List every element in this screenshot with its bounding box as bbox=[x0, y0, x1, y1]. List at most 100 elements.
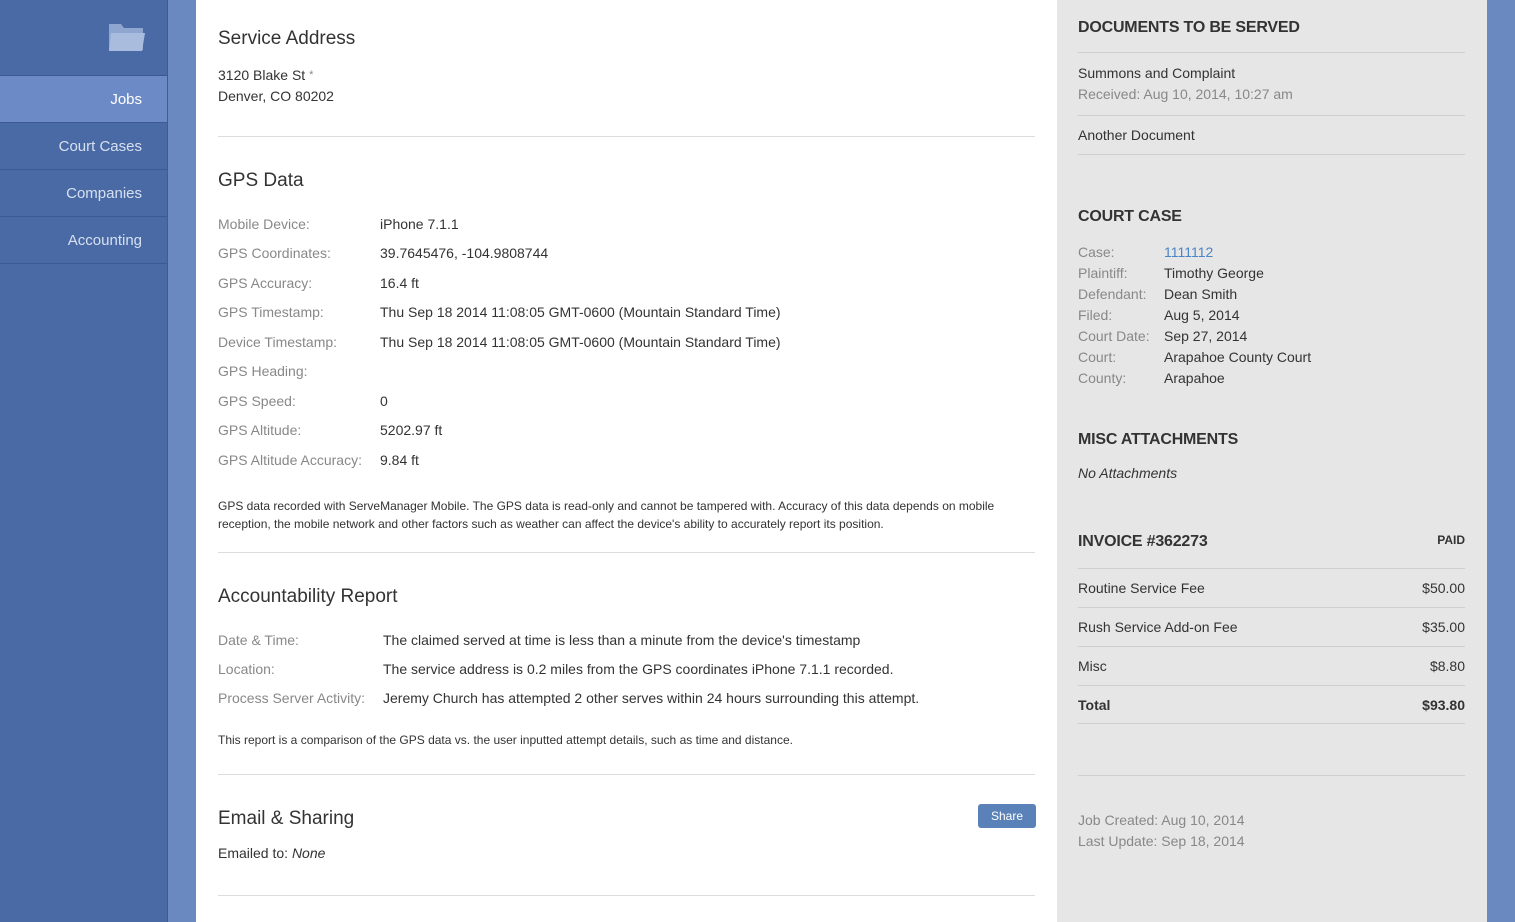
invoice-line-amount: $35.00 bbox=[1422, 619, 1465, 635]
court-case-row: County: Arapahoe bbox=[1078, 367, 1465, 388]
court-case-value: Arapahoe bbox=[1164, 369, 1225, 386]
invoice-total-label: Total bbox=[1078, 696, 1111, 713]
sidebar-header bbox=[0, 0, 167, 76]
gps-row: GPS Altitude: 5202.97 ft bbox=[218, 416, 1035, 446]
gps-value: 0 bbox=[380, 392, 388, 409]
document-name: Summons and Complaint bbox=[1078, 65, 1236, 81]
court-case-value: Sep 27, 2014 bbox=[1164, 327, 1248, 344]
invoice-table: Routine Service Fee $50.00 Rush Service A… bbox=[1078, 568, 1465, 724]
court-case-value: Aug 5, 2014 bbox=[1164, 306, 1240, 323]
gps-value: iPhone 7.1.1 bbox=[380, 215, 459, 232]
sidebar-item-companies[interactable]: Companies bbox=[0, 170, 167, 217]
court-case-value: Timothy George bbox=[1164, 264, 1264, 281]
service-address-section: Service Address 3120 Blake St * Denver, C… bbox=[218, 0, 1035, 137]
court-case-label: Filed: bbox=[1078, 306, 1113, 323]
job-created: Job Created: Aug 10, 2014 bbox=[1078, 812, 1245, 828]
sidebar-item-jobs[interactable]: Jobs bbox=[0, 76, 167, 123]
address-asterisk: * bbox=[309, 69, 314, 81]
job-meta: Job Created: Aug 10, 2014 Last Update: S… bbox=[1078, 775, 1465, 852]
court-case-table: Case: 1111112 Plaintiff: Timothy George De… bbox=[1078, 241, 1465, 388]
court-case-label: Court Date: bbox=[1078, 327, 1150, 344]
accountability-value: The claimed served at time is less than … bbox=[383, 631, 861, 648]
misc-attachments-section: MISC ATTACHMENTS No Attachments bbox=[1078, 431, 1465, 481]
gps-row: GPS Accuracy: 16.4 ft bbox=[218, 268, 1035, 298]
gps-label: Device Timestamp: bbox=[218, 333, 338, 350]
invoice-line-amount: $8.80 bbox=[1429, 658, 1465, 674]
court-case-section: COURT CASE Case: 1111112 Plaintiff: Timoth… bbox=[1078, 208, 1465, 388]
court-case-value: Dean Smith bbox=[1164, 285, 1238, 302]
accountability-row: Process Server Activity: Jeremy Church ha… bbox=[218, 683, 1035, 712]
emailed-to-value: None bbox=[291, 845, 326, 861]
invoice-section: INVOICE #362273 PAID Routine Service Fee… bbox=[1078, 533, 1465, 724]
court-case-row: Defendant: Dean Smith bbox=[1078, 283, 1465, 304]
case-number-link[interactable]: 1111112 bbox=[1164, 244, 1213, 260]
section-title: Email & Sharing bbox=[218, 808, 355, 829]
job-last-update: Last Update: Sep 18, 2014 bbox=[1078, 833, 1245, 849]
accountability-label: Location: bbox=[218, 660, 275, 677]
gps-label: GPS Altitude: bbox=[218, 422, 302, 439]
accountability-value: Jeremy Church has attempted 2 other serv… bbox=[383, 689, 920, 706]
main-content: Service Address 3120 Blake St * Denver, C… bbox=[196, 0, 1057, 922]
gps-row: GPS Speed: 0 bbox=[218, 386, 1035, 416]
accountability-value: The service address is 0.2 miles from th… bbox=[383, 660, 894, 677]
gps-row: Device Timestamp: Thu Sep 18 2014 11:08:0… bbox=[218, 327, 1035, 357]
emailed-to: Emailed to: None bbox=[218, 845, 1035, 861]
court-case-label: Defendant: bbox=[1078, 285, 1147, 302]
sidebar: Jobs Court Cases Companies Accounting bbox=[0, 0, 168, 922]
gps-data-section: GPS Data Mobile Device: iPhone 7.1.1 GPS … bbox=[218, 137, 1035, 553]
right-panel: DOCUMENTS TO BE SERVED Summons and Compl… bbox=[1057, 0, 1487, 922]
gps-row: Mobile Device: iPhone 7.1.1 bbox=[218, 209, 1035, 239]
gps-value: Thu Sep 18 2014 11:08:05 GMT-0600 (Mount… bbox=[380, 304, 781, 321]
address-street: 3120 Blake St bbox=[218, 67, 306, 83]
accountability-table: Date & Time: The claimed served at time i… bbox=[218, 625, 1035, 712]
emailed-to-label: Emailed to: bbox=[218, 845, 289, 861]
gps-row: GPS Altitude Accuracy: 9.84 ft bbox=[218, 445, 1035, 475]
gps-label: GPS Altitude Accuracy: bbox=[218, 451, 362, 468]
court-case-label: Court: bbox=[1078, 348, 1117, 365]
invoice-line: Misc $8.80 bbox=[1078, 646, 1465, 685]
email-sharing-section: Email & Sharing Emailed to: None bbox=[218, 775, 1035, 896]
no-attachments-text: No Attachments bbox=[1078, 465, 1178, 481]
invoice-title[interactable]: INVOICE #362273 bbox=[1078, 533, 1208, 551]
section-title: Service Address bbox=[218, 28, 356, 49]
folder-icon[interactable] bbox=[107, 20, 147, 54]
gps-label: GPS Timestamp: bbox=[218, 304, 324, 321]
document-item[interactable]: Another Document bbox=[1078, 115, 1465, 155]
gps-label: GPS Speed: bbox=[218, 392, 296, 409]
share-button[interactable]: Share bbox=[978, 804, 1037, 828]
gps-label: Mobile Device: bbox=[218, 215, 310, 232]
court-case-row: Court Date: Sep 27, 2014 bbox=[1078, 325, 1465, 346]
section-title: GPS Data bbox=[218, 170, 304, 191]
document-received: Received: Aug 10, 2014, 10:27 am bbox=[1078, 86, 1293, 102]
gps-value: Thu Sep 18 2014 11:08:05 GMT-0600 (Mount… bbox=[380, 333, 781, 350]
gps-value: 5202.97 ft bbox=[380, 422, 443, 439]
invoice-total-amount: $93.80 bbox=[1422, 696, 1465, 713]
documents-section: DOCUMENTS TO BE SERVED Summons and Compl… bbox=[1078, 0, 1465, 155]
gps-value: 9.84 ft bbox=[380, 451, 419, 468]
gps-table: Mobile Device: iPhone 7.1.1 GPS Coordinat… bbox=[218, 209, 1035, 475]
gutter-left bbox=[168, 0, 196, 922]
gps-row: GPS Heading: bbox=[218, 357, 1035, 387]
gutter-right bbox=[1487, 0, 1515, 922]
court-case-row: Case: 1111112 bbox=[1078, 241, 1465, 262]
gps-row: GPS Coordinates: 39.7645476, -104.9808744 bbox=[218, 239, 1035, 269]
address-line-1: 3120 Blake St * bbox=[218, 65, 1035, 86]
sidebar-item-court-cases[interactable]: Court Cases bbox=[0, 123, 167, 170]
section-title: Accountability Report bbox=[218, 586, 398, 607]
invoice-header: INVOICE #362273 PAID bbox=[1078, 533, 1465, 568]
gps-label: GPS Accuracy: bbox=[218, 274, 313, 291]
accountability-row: Date & Time: The claimed served at time i… bbox=[218, 625, 1035, 654]
invoice-line-label: Routine Service Fee bbox=[1078, 580, 1205, 596]
court-case-value: Arapahoe County Court bbox=[1164, 348, 1312, 365]
misc-attachments-title: MISC ATTACHMENTS bbox=[1078, 431, 1239, 448]
court-case-row: Filed: Aug 5, 2014 bbox=[1078, 304, 1465, 325]
invoice-line: Routine Service Fee $50.00 bbox=[1078, 568, 1465, 607]
gps-row: GPS Timestamp: Thu Sep 18 2014 11:08:05 G… bbox=[218, 298, 1035, 328]
sidebar-item-accounting[interactable]: Accounting bbox=[0, 217, 167, 264]
accountability-label: Process Server Activity: bbox=[218, 689, 366, 706]
invoice-line: Rush Service Add-on Fee $35.00 bbox=[1078, 607, 1465, 646]
court-case-label: County: bbox=[1078, 369, 1127, 386]
accountability-section: Accountability Report Date & Time: The cl… bbox=[218, 553, 1035, 775]
accountability-row: Location: The service address is 0.2 mile… bbox=[218, 654, 1035, 683]
document-item[interactable]: Summons and Complaint Received: Aug 10, … bbox=[1078, 52, 1465, 115]
